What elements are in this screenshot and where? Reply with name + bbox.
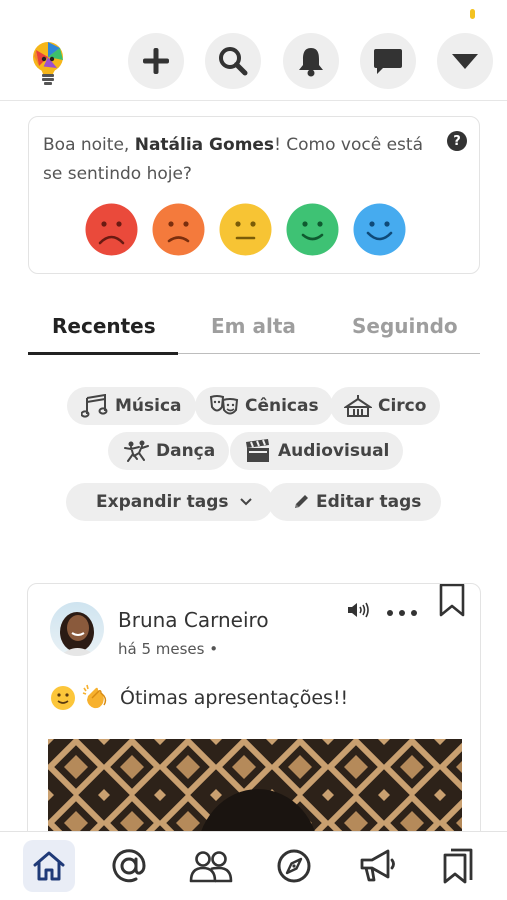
- tab-em-alta[interactable]: Em alta: [211, 314, 296, 338]
- tag-cenicas[interactable]: Cênicas: [195, 387, 333, 425]
- status-indicator: [470, 9, 475, 19]
- more-options-icon[interactable]: [386, 608, 418, 618]
- theater-masks-icon: [209, 395, 239, 415]
- megaphone-icon: [360, 849, 395, 882]
- tag-circo[interactable]: Circo: [330, 387, 441, 425]
- post-time: há 5 meses •: [118, 640, 219, 658]
- caret-down-icon: [452, 54, 478, 69]
- greeting-prefix: Boa noite,: [43, 135, 135, 155]
- tag-musica[interactable]: Música: [67, 387, 196, 425]
- menu-dropdown-button[interactable]: [437, 33, 493, 89]
- chat-icon: [374, 49, 402, 74]
- circus-tent-icon: [344, 395, 372, 417]
- feed-tabs: Recentes Em alta Seguindo: [28, 310, 480, 355]
- top-bar: [0, 0, 507, 101]
- music-notes-icon: [81, 394, 108, 418]
- user-name: Natália Gomes: [134, 135, 275, 155]
- nav-announcements[interactable]: [352, 840, 404, 892]
- nav-mentions[interactable]: [103, 840, 155, 892]
- tab-seguindo[interactable]: Seguindo: [352, 314, 458, 338]
- expand-tags-button[interactable]: Expandir tags: [66, 483, 273, 521]
- speaker-icon[interactable]: [346, 600, 370, 620]
- plus-icon: [143, 48, 169, 74]
- very-happy-face-icon[interactable]: [353, 203, 406, 256]
- messages-button[interactable]: [360, 33, 416, 89]
- nav-people[interactable]: [185, 840, 237, 892]
- nav-explore[interactable]: [268, 840, 320, 892]
- bottom-nav: [0, 831, 507, 900]
- tag-label: Música: [115, 396, 182, 416]
- lightbulb-logo-icon[interactable]: [30, 40, 66, 86]
- tag-label: Cênicas: [245, 396, 319, 416]
- slightly-smiling-emoji: [51, 686, 75, 710]
- chevron-down-icon: [239, 498, 252, 506]
- edit-tags-label: Editar tags: [316, 492, 422, 512]
- tag-audiovisual[interactable]: Audiovisual: [230, 432, 404, 470]
- tag-label: Dança: [156, 441, 216, 461]
- sad-face-icon[interactable]: [152, 203, 205, 256]
- expand-tags-label: Expandir tags: [96, 492, 229, 512]
- active-tab-indicator: [28, 352, 178, 355]
- at-sign-icon: [112, 849, 146, 883]
- edit-tags-button[interactable]: Editar tags: [268, 483, 442, 521]
- tab-recentes[interactable]: Recentes: [52, 314, 156, 338]
- notifications-button[interactable]: [283, 33, 339, 89]
- happy-face-icon[interactable]: [286, 203, 339, 256]
- create-button[interactable]: [128, 33, 184, 89]
- tag-label: Audiovisual: [278, 441, 390, 461]
- clapping-hands-emoji: [82, 684, 107, 709]
- bookmarks-icon: [443, 848, 473, 884]
- people-icon: [189, 851, 233, 883]
- post-text-content: Ótimas apresentações!!: [120, 687, 349, 709]
- help-icon[interactable]: ?: [447, 131, 467, 151]
- dance-icon: [124, 440, 149, 462]
- search-button[interactable]: [205, 33, 261, 89]
- nav-home[interactable]: [23, 840, 75, 892]
- tag-label: Circo: [378, 396, 427, 416]
- compass-icon: [277, 849, 311, 883]
- mood-question: Boa noite, Natália Gomes! Como você está…: [43, 131, 423, 189]
- very-sad-face-icon[interactable]: [85, 203, 138, 256]
- search-icon: [219, 47, 248, 76]
- avatar[interactable]: [50, 602, 104, 656]
- pencil-icon: [295, 495, 308, 508]
- mood-card: Boa noite, Natália Gomes! Como você está…: [28, 116, 480, 274]
- nav-saved[interactable]: [432, 840, 484, 892]
- mood-faces: [85, 203, 406, 256]
- tag-danca[interactable]: Dança: [108, 432, 230, 470]
- bookmark-icon[interactable]: [438, 584, 466, 618]
- bell-icon: [299, 48, 323, 77]
- post-text: Ótimas apresentações!!: [50, 684, 348, 712]
- clapperboard-icon: [246, 439, 269, 462]
- neutral-face-icon[interactable]: [219, 203, 272, 256]
- post-author[interactable]: Bruna Carneiro: [118, 608, 269, 632]
- home-icon: [33, 851, 65, 881]
